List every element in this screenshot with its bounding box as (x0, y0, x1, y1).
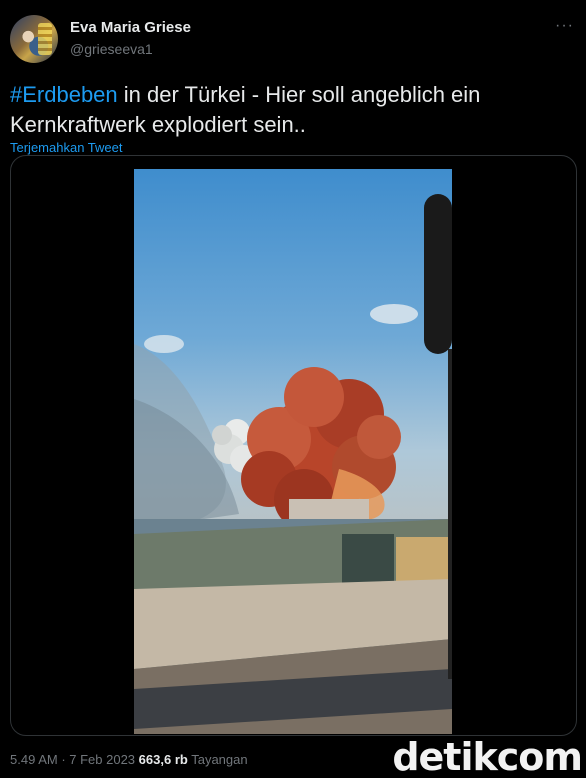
explosion-scene (134, 194, 452, 734)
tweet-media[interactable] (10, 155, 577, 736)
tweet-date[interactable]: 7 Feb 2023 (69, 752, 135, 767)
tweet-time[interactable]: 5.49 AM (10, 752, 58, 767)
detikcom-watermark: detikcom (392, 735, 583, 778)
avatar[interactable] (10, 15, 58, 63)
more-options-icon[interactable]: ··· (555, 17, 574, 35)
avatar-decoration (38, 23, 52, 55)
tweet-text: #Erdbeben in der Türkei - Hier soll ange… (10, 80, 570, 140)
hashtag-link[interactable]: #Erdbeben (10, 82, 118, 107)
author-handle[interactable]: @grieseeva1 (70, 41, 153, 57)
author-name[interactable]: Eva Maria Griese (70, 19, 191, 36)
views-label: Tayangan (191, 752, 248, 767)
meta-separator: · (57, 752, 70, 767)
translate-tweet-link[interactable]: Terjemahkan Tweet (10, 140, 123, 155)
tweet-meta: 5.49 AM · 7 Feb 2023 663,6 rb Tayangan (10, 752, 248, 767)
explosion-video[interactable] (134, 169, 452, 734)
view-count: 663,6 rb (138, 752, 188, 767)
